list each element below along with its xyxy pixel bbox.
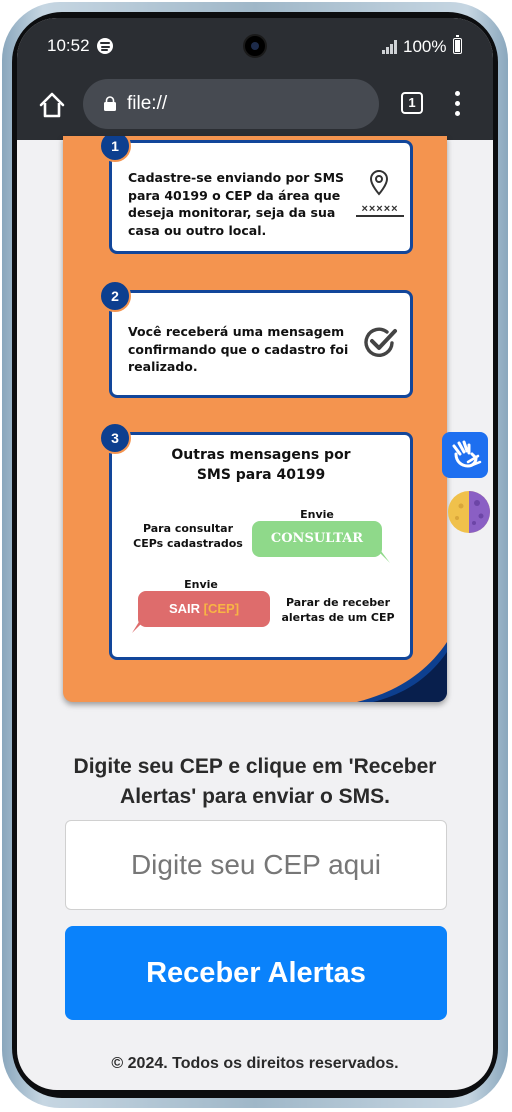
contrast-moon-icon[interactable]	[447, 490, 491, 534]
status-bar: 10:52 100%	[17, 18, 493, 76]
stop-label: Parar de receber alertas de um CEP	[278, 595, 398, 625]
sign-language-icon	[452, 440, 482, 468]
address-text: file://	[127, 93, 168, 114]
cep-instructions: Digite seu CEP e clique em 'Receber Aler…	[37, 752, 473, 812]
consultar-text: CONSULTAR	[270, 531, 364, 546]
send-label-consult: Envie	[300, 508, 334, 521]
step-1-line: casa ou outro local.	[128, 222, 267, 238]
cep-placeholder-mark: ×××××	[356, 203, 404, 217]
sair-bubble: SAIR [CEP]	[138, 591, 270, 627]
signal-icon	[382, 40, 398, 54]
step-1-card: Cadastre-se enviando por SMS para 40199 …	[109, 140, 413, 254]
footer-copyright: © 2024. Todos os direitos reservados.	[111, 1055, 399, 1072]
bubble-tail-left	[132, 617, 148, 633]
step-3-card: Outras mensagens por SMS para 40199 Para…	[109, 432, 413, 660]
step-1-line: para 40199 o CEP da área que	[128, 187, 341, 203]
battery-percent: 100%	[403, 37, 447, 56]
phone-frame: 10:52 100% file:// 1 Cadastre-se enviand…	[2, 2, 508, 1108]
more-menu-icon[interactable]	[455, 91, 461, 117]
accessibility-button[interactable]	[442, 432, 488, 478]
home-icon[interactable]	[37, 90, 67, 120]
browser-toolbar: file:// 1	[17, 76, 493, 140]
consult-label: Para consultar CEPs cadastrados	[132, 521, 244, 551]
spotify-icon	[97, 38, 113, 54]
consult-label-line: CEPs cadastrados	[133, 537, 243, 550]
step-2-line: confirmando que o cadastro foi	[128, 341, 349, 357]
check-circle-icon	[364, 327, 397, 357]
cep-instructions-line: Digite seu CEP e clique em 'Receber	[73, 755, 437, 778]
address-bar[interactable]: file://	[83, 79, 379, 129]
sms-instructions-infographic: Cadastre-se enviando por SMS para 40199 …	[63, 136, 447, 702]
lock-icon	[104, 96, 116, 111]
stop-label-line: alertas de um CEP	[281, 611, 395, 624]
consult-label-line: Para consultar	[142, 522, 234, 535]
page-content: Cadastre-se enviando por SMS para 40199 …	[17, 136, 493, 1090]
cep-input[interactable]	[65, 820, 447, 910]
consultar-bubble: CONSULTAR	[252, 521, 382, 557]
tab-switcher-button[interactable]: 1	[401, 92, 423, 114]
step-3-title-line: SMS para 40199	[196, 467, 326, 483]
step-2-badge: 2	[99, 280, 131, 312]
step-2-text: Você receberá uma mensagem confirmando q…	[128, 323, 358, 376]
clock: 10:52	[47, 36, 90, 55]
stop-label-line: Parar de receber	[285, 596, 391, 609]
sair-cep-text: [CEP]	[203, 601, 240, 616]
cep-instructions-line: Alertas' para enviar o SMS.	[120, 785, 390, 808]
send-label-exit: Envie	[184, 578, 218, 591]
step-2-line: Você receberá uma mensagem	[128, 324, 345, 339]
battery-icon	[453, 35, 462, 54]
step-3-badge: 3	[99, 422, 131, 454]
location-pin-icon	[369, 169, 389, 196]
step-2-card: Você receberá uma mensagem confirmando q…	[109, 290, 413, 398]
step-3-title-line: Outras mensagens por	[171, 447, 351, 463]
front-camera	[243, 34, 267, 58]
step-2-line: realizado.	[128, 359, 198, 374]
step-1-text: Cadastre-se enviando por SMS para 40199 …	[128, 169, 348, 239]
step-1-line: Cadastre-se enviando por SMS	[128, 170, 345, 185]
sair-text: SAIR	[168, 601, 201, 616]
step-3-title: Outras mensagens por SMS para 40199	[112, 445, 410, 485]
phone-screen: 10:52 100% file:// 1 Cadastre-se enviand…	[17, 18, 493, 1090]
step-1-line: deseja monitorar, seja da sua	[128, 205, 336, 220]
bubble-tail-right	[374, 547, 390, 563]
receive-alerts-button[interactable]: Receber Alertas	[65, 926, 447, 1020]
